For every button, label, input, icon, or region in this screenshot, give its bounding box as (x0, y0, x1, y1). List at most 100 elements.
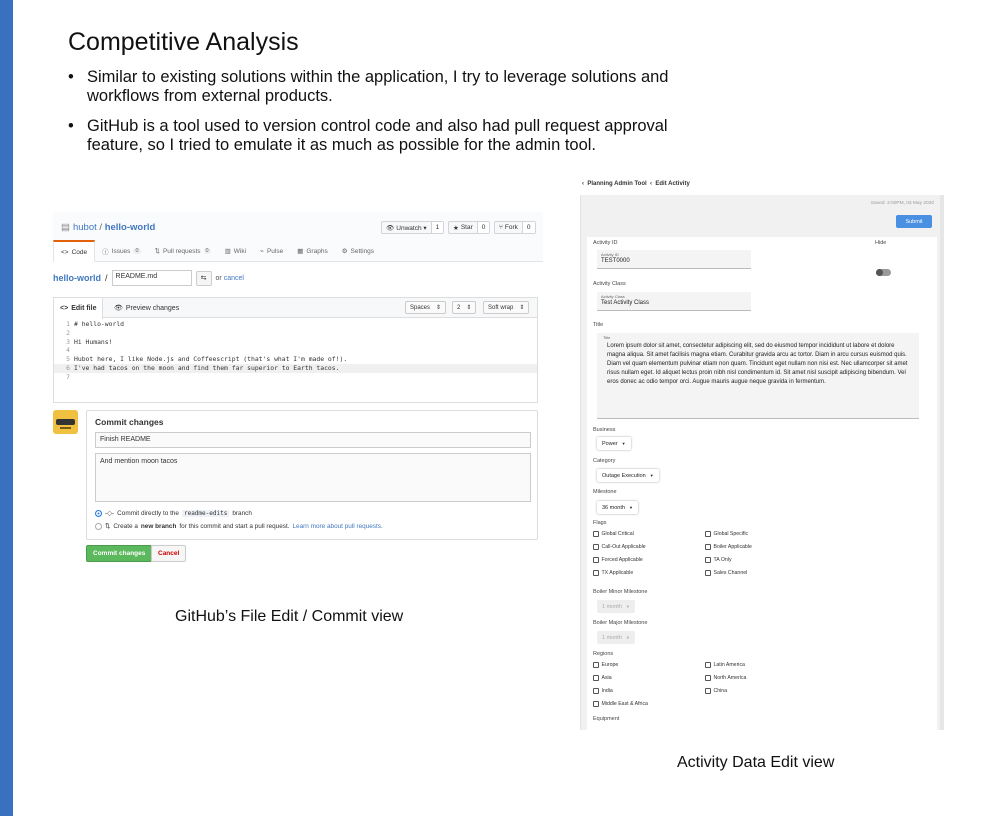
checkbox-label: Boiler Applicable (713, 544, 752, 550)
tab-issues[interactable]: ⓘ Issues 0 (95, 240, 147, 262)
flag-checkbox[interactable]: TX Applicable (593, 570, 633, 576)
indent-mode-select[interactable]: Spaces ⇕ (405, 301, 447, 314)
checkbox-box[interactable] (593, 557, 599, 563)
dropdown-value: 1 month (602, 634, 622, 641)
repo-name-link[interactable]: hello-world (105, 222, 156, 233)
region-checkbox[interactable]: Europe (593, 662, 618, 668)
option-text: Commit directly to the (117, 509, 179, 517)
commit-changes-button[interactable]: Commit changes (86, 545, 153, 562)
chevron-left-icon[interactable]: ‹ (582, 181, 584, 187)
checkbox-box[interactable] (593, 688, 599, 694)
region-checkbox[interactable]: India (593, 688, 613, 694)
checkbox-box[interactable] (593, 570, 599, 576)
milestone-dropdown[interactable]: 36 month ▼ (597, 501, 638, 514)
commit-form-title: Commit changes (95, 417, 164, 427)
radio-selected[interactable] (95, 509, 102, 517)
tab-label: Pull requests (162, 247, 201, 255)
flag-checkbox[interactable]: Sales Channel (705, 570, 747, 576)
checkbox-box[interactable] (705, 662, 711, 668)
checkbox-box[interactable] (705, 688, 711, 694)
checkbox-box[interactable] (705, 544, 711, 550)
commit-description-textarea[interactable]: And mention moon tacos (95, 453, 531, 502)
title-textarea[interactable]: Title Lorem ipsum dolor sit amet, consec… (597, 333, 919, 419)
code-line: 1 # hello-world (54, 320, 537, 329)
indent-size-select[interactable]: 2 ⇕ (452, 301, 477, 314)
code-area[interactable]: 1 # hello-world 2 3 Hi Humans! 4 5 Hubot he… (54, 318, 537, 382)
cancel-button[interactable]: Cancel (151, 545, 187, 562)
region-checkbox[interactable]: Middle East & Africa (593, 701, 648, 707)
code-line: 6 I've had tacos on the moon and find the… (54, 363, 537, 373)
business-dropdown[interactable]: Power ▼ (597, 437, 631, 450)
checkbox-box[interactable] (593, 701, 599, 707)
repo-owner-link[interactable]: hubot (73, 222, 97, 233)
commit-new-branch-option[interactable]: ⇅ Create a new branch for this commit an… (95, 522, 383, 530)
file-settings-icon[interactable]: ⇆ (195, 270, 212, 286)
checkbox-box[interactable] (705, 557, 711, 563)
breadcrumb-parent-link[interactable]: Planning Admin Tool (587, 181, 646, 187)
tab-code[interactable]: <> Code (53, 240, 96, 262)
field-small-label: Title (603, 335, 611, 340)
branch-name: readme-edits (181, 509, 230, 517)
github-file-edit-view: ▤ hubot / hello-world 👁 Unwatch ▾ 1 ★ Star 0 … (53, 212, 543, 572)
hide-toggle[interactable] (876, 269, 891, 276)
commit-summary-input[interactable]: Finish README (95, 432, 531, 448)
tab-label: Settings (350, 247, 375, 255)
milestone-label: Milestone (593, 489, 617, 495)
region-checkbox[interactable]: China (705, 688, 727, 694)
tab-pulse[interactable]: ⌁ Pulse (253, 240, 290, 262)
flag-checkbox[interactable]: Global Specific (705, 531, 748, 537)
wrap-mode-select[interactable]: Soft wrap ⇕ (483, 301, 530, 314)
commit-direct-option[interactable]: -◇- Commit directly to the readme-edits … (95, 509, 252, 517)
checkbox-box[interactable] (705, 675, 711, 681)
checkbox-box[interactable] (593, 544, 599, 550)
tab-settings[interactable]: ⚙ Settings (335, 240, 381, 262)
repo-tabs: <> Code ⓘ Issues 0 ⇅ Pull requests 0 ▥ Wiki ⌁ P… (53, 240, 381, 262)
fork-button[interactable]: ⑂ Fork 0 (494, 221, 536, 234)
dropdown-value: Outage Execution (602, 472, 646, 479)
category-dropdown[interactable]: Outage Execution ▼ (597, 469, 659, 482)
learn-more-link[interactable]: Learn more about pull requests. (293, 523, 383, 530)
tab-pull-requests[interactable]: ⇅ Pull requests 0 (148, 240, 218, 262)
unwatch-button[interactable]: 👁 Unwatch ▾ 1 (381, 221, 445, 234)
checkbox-box[interactable] (593, 675, 599, 681)
field-value: Lorem ipsum dolor sit amet, consectetur … (607, 343, 908, 386)
flag-checkbox[interactable]: Forced Applicable (593, 557, 643, 563)
fork-label: Fork (504, 224, 518, 231)
path-repo-link[interactable]: hello-world (53, 273, 101, 283)
book-icon: ▥ (224, 248, 231, 255)
tab-graphs[interactable]: ▦ Graphs (290, 240, 334, 262)
fork-icon: ⑂ (499, 224, 503, 231)
submit-button[interactable]: Submit (896, 215, 932, 228)
tab-wiki[interactable]: ▥ Wiki (218, 240, 253, 262)
region-checkbox[interactable]: Latin America (705, 662, 745, 668)
checkbox-box[interactable] (705, 531, 711, 537)
tab-label: Graphs (306, 247, 328, 255)
flag-checkbox[interactable]: Boiler Applicable (705, 544, 752, 550)
flag-checkbox[interactable]: TA Only (705, 557, 732, 563)
preview-tab-label: Preview changes (125, 304, 180, 312)
edit-tab-label: Edit file (71, 305, 97, 312)
code-line: 5 Hubot here, I like Node.js and Coffeesc… (54, 355, 537, 364)
star-button[interactable]: ★ Star 0 (448, 221, 491, 234)
code-line: 7 (54, 373, 537, 382)
activity-form-card: Activity ID Activity ID TEST0000 Hide Ac… (587, 237, 937, 730)
flag-checkbox[interactable]: Call-Out Applicable (593, 544, 646, 550)
activity-id-field[interactable]: Activity ID TEST0000 (597, 250, 751, 269)
file-path-bar: hello-world / README.md ⇆ or cancel (53, 270, 244, 286)
filename-input[interactable]: README.md (111, 270, 192, 286)
checkbox-label: Latin America (713, 662, 745, 668)
tab-preview-changes[interactable]: 👁 Preview changes (108, 298, 185, 318)
checkbox-box[interactable] (593, 662, 599, 668)
region-checkbox[interactable]: Asia (593, 675, 612, 681)
region-checkbox[interactable]: North America (705, 675, 746, 681)
cancel-link[interactable]: cancel (224, 275, 244, 282)
tab-label: Pulse (266, 247, 284, 255)
scrollbar[interactable] (940, 195, 944, 730)
tab-edit-file[interactable]: <> Edit file (54, 298, 104, 319)
checkbox-box[interactable] (705, 570, 711, 576)
checkbox-box[interactable] (593, 531, 599, 537)
activity-class-field[interactable]: Activity Class Test Activity Class (597, 292, 751, 311)
radio-unselected[interactable] (95, 522, 102, 530)
flag-checkbox[interactable]: Global Critical (593, 531, 634, 537)
caret-down-icon: ▼ (649, 473, 654, 478)
